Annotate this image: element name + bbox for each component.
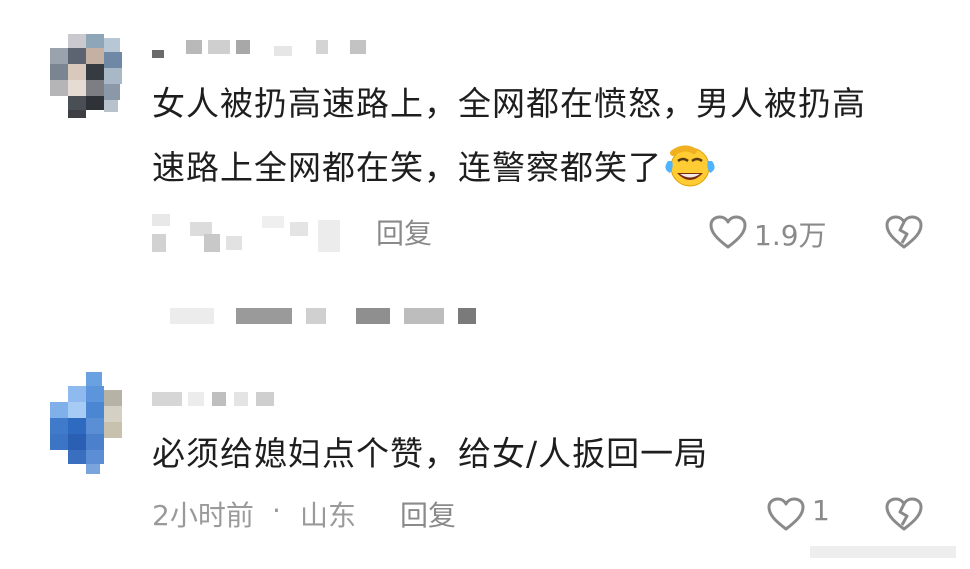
like-count: 1.9万 <box>754 219 827 252</box>
comment-text-line: 速路上全网都在笑，连警察都笑了 <box>152 148 662 187</box>
username-blurred[interactable] <box>152 40 382 58</box>
avatar[interactable] <box>50 34 122 118</box>
username-blurred[interactable] <box>152 392 282 406</box>
comment-text: 速路上全网都在笑，连警察都笑了 <box>152 138 716 198</box>
broken-heart-icon[interactable] <box>884 214 924 250</box>
reply-button[interactable]: 回复 <box>400 494 456 534</box>
like-count: 1 <box>812 494 830 527</box>
heart-outline-icon[interactable] <box>708 214 748 250</box>
comment-time: 2小时前 <box>152 499 254 532</box>
avatar[interactable] <box>50 372 122 476</box>
laughing-crying-emoji-icon <box>665 145 715 187</box>
reply-button[interactable]: 回复 <box>376 212 432 252</box>
meta-separator: · <box>272 494 281 527</box>
comment-text: 女人被扔高速路上，全网都在愤怒，男人被扔高 <box>152 84 866 123</box>
comment-text: 必须给媳妇点个赞，给女/人扳回一局 <box>152 434 709 473</box>
broken-heart-icon[interactable] <box>884 496 924 532</box>
heart-outline-icon[interactable] <box>766 496 806 532</box>
comment-location: 山东 <box>300 499 357 532</box>
